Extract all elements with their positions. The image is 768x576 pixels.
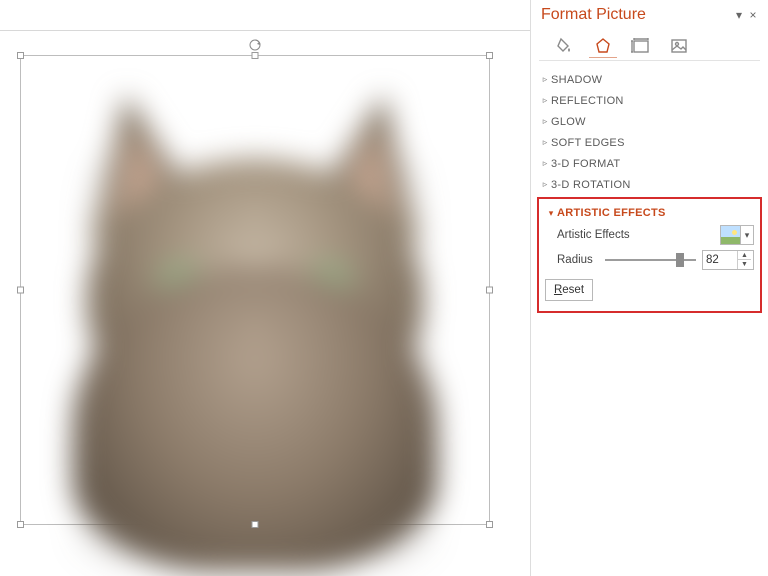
chevron-down-icon: ▾ (545, 208, 557, 219)
resize-handle-l[interactable] (17, 287, 24, 294)
spinner-up[interactable]: ▲ (738, 251, 751, 260)
artistic-effects-row: Artistic Effects ▾ (545, 223, 754, 247)
resize-handle-b[interactable] (252, 521, 259, 528)
spinner-down[interactable]: ▼ (738, 260, 751, 269)
preset-thumb-icon (721, 226, 741, 244)
section-label: SHADOW (551, 74, 602, 86)
resize-handle-bl[interactable] (17, 521, 24, 528)
section-soft-edges[interactable]: ▹SOFT EDGES (539, 132, 760, 153)
panel-close-button[interactable]: × (746, 8, 760, 22)
panel-menu-dropdown[interactable]: ▾ (732, 8, 746, 22)
slider-thumb[interactable] (676, 253, 684, 267)
app-root: Format Picture ▾ × ▹SHADOW ▹REFLECTION ▹… (0, 0, 768, 576)
section-glow[interactable]: ▹GLOW (539, 111, 760, 132)
section-label: ARTISTIC EFFECTS (557, 207, 666, 219)
chevron-down-icon: ▾ (741, 230, 753, 241)
section-label: REFLECTION (551, 95, 624, 107)
resize-handle-r[interactable] (486, 287, 493, 294)
chevron-right-icon: ▹ (539, 158, 551, 169)
slide-canvas[interactable] (0, 0, 530, 576)
rotation-handle[interactable] (248, 38, 262, 52)
section-label: 3-D ROTATION (551, 179, 631, 191)
radius-row: Radius ▲ ▼ (545, 247, 754, 273)
radius-input[interactable] (703, 251, 737, 269)
canvas-top-edge (0, 30, 530, 31)
section-3d-rotation[interactable]: ▹3-D ROTATION (539, 174, 760, 195)
picture-content (21, 56, 489, 524)
selected-picture[interactable] (20, 55, 490, 525)
section-label: 3-D FORMAT (551, 158, 620, 170)
panel-title: Format Picture (541, 6, 732, 24)
reset-button[interactable]: Reset (545, 279, 593, 301)
panel-header: Format Picture ▾ × (531, 0, 768, 26)
reset-rest: eset (562, 284, 584, 296)
chevron-right-icon: ▹ (539, 95, 551, 106)
panel-tabstrip (539, 26, 760, 61)
radius-label: Radius (545, 254, 599, 266)
panel-sections: ▹SHADOW ▹REFLECTION ▹GLOW ▹SOFT EDGES ▹3… (531, 61, 768, 195)
tab-size-properties[interactable] (629, 32, 653, 60)
tab-fill-line[interactable] (553, 32, 577, 60)
chevron-right-icon: ▹ (539, 137, 551, 148)
section-3d-format[interactable]: ▹3-D FORMAT (539, 153, 760, 174)
artistic-effects-label: Artistic Effects (557, 229, 630, 241)
radius-slider[interactable] (605, 251, 696, 269)
section-label: SOFT EDGES (551, 137, 625, 149)
section-artistic-effects[interactable]: ▾ ARTISTIC EFFECTS (545, 203, 754, 223)
chevron-right-icon: ▹ (539, 179, 551, 190)
tab-effects[interactable] (591, 32, 615, 60)
section-reflection[interactable]: ▹REFLECTION (539, 90, 760, 111)
resize-handle-t[interactable] (252, 52, 259, 59)
format-picture-panel: Format Picture ▾ × ▹SHADOW ▹REFLECTION ▹… (531, 0, 768, 576)
radius-spinner[interactable]: ▲ ▼ (702, 250, 754, 270)
tab-picture[interactable] (667, 32, 691, 60)
chevron-right-icon: ▹ (539, 116, 551, 127)
resize-handle-br[interactable] (486, 521, 493, 528)
chevron-right-icon: ▹ (539, 74, 551, 85)
artistic-effects-group: ▾ ARTISTIC EFFECTS Artistic Effects ▾ Ra… (537, 197, 762, 313)
resize-handle-tr[interactable] (486, 52, 493, 59)
resize-handle-tl[interactable] (17, 52, 24, 59)
section-label: GLOW (551, 116, 586, 128)
artistic-effects-preset-dropdown[interactable]: ▾ (720, 225, 754, 245)
section-shadow[interactable]: ▹SHADOW (539, 69, 760, 90)
